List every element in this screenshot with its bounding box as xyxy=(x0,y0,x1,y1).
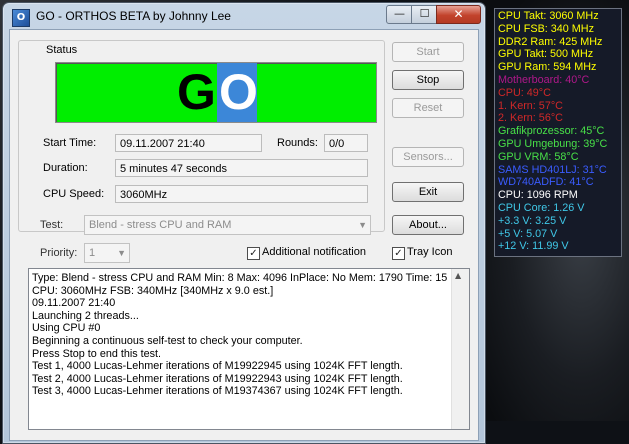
orthos-window: O GO - ORTHOS BETA by Johnny Lee — ☐ ✕ S… xyxy=(2,2,486,444)
reset-button[interactable]: Reset xyxy=(392,98,464,118)
minimize-button[interactable]: — xyxy=(386,5,413,24)
sensor-line: CPU FSB: 340 MHz xyxy=(498,22,594,35)
sensor-line: CPU: 49°C xyxy=(498,86,551,99)
sensor-line: DDR2 Ram: 425 MHz xyxy=(498,35,603,48)
cpu-speed-field: 3060MHz xyxy=(115,185,368,203)
sensor-line: CPU Core: 1.26 V xyxy=(498,201,585,214)
duration-label: Duration: xyxy=(43,162,88,174)
sensor-gadget[interactable]: CPU Takt: 3060 MHz CPU FSB: 340 MHz DDR2… xyxy=(494,8,622,257)
log-line: CPU: 3060MHz FSB: 340MHz [340MHz x 9.0 e… xyxy=(32,284,274,297)
test-select-value: Blend - stress CPU and RAM xyxy=(89,219,232,231)
sensors-button[interactable]: Sensors... xyxy=(392,147,464,167)
sensor-line: +5 V: 5.07 V xyxy=(498,227,558,240)
log-line: Test 2, 4000 Lucas-Lehmer iterations of … xyxy=(32,372,403,385)
sensor-line: GPU Takt: 500 MHz xyxy=(498,48,594,61)
log-scrollbar[interactable]: ▲ xyxy=(451,269,469,429)
chevron-down-icon: ▼ xyxy=(358,220,367,230)
sensor-line: SAMS HD401LJ: 31°C xyxy=(498,163,607,176)
log-line: Launching 2 threads... xyxy=(32,309,139,322)
start-button[interactable]: Start xyxy=(392,42,464,62)
tray-icon-label[interactable]: Tray Icon xyxy=(407,246,452,258)
sensor-line: GPU Umgebung: 39°C xyxy=(498,137,608,150)
sensor-line: WD740ADFD: 41°C xyxy=(498,176,594,189)
maximize-button[interactable]: ☐ xyxy=(411,5,438,24)
priority-label: Priority: xyxy=(40,247,78,259)
priority-select[interactable]: 1 ▼ xyxy=(84,243,130,263)
log-line: Press Stop to end this test. xyxy=(32,347,162,360)
exit-button[interactable]: Exit xyxy=(392,182,464,202)
sensor-line: +3.3 V: 3.25 V xyxy=(498,214,567,227)
tray-icon-checkbox[interactable]: ✓ xyxy=(392,247,405,260)
window-title: GO - ORTHOS BETA by Johnny Lee xyxy=(36,9,231,23)
scroll-up-arrow-icon[interactable]: ▲ xyxy=(455,271,461,280)
status-indicator-letter-o: O xyxy=(219,64,258,120)
sensor-line: 2. Kern: 56°C xyxy=(498,112,563,125)
orthos-app-icon[interactable]: O xyxy=(12,9,30,27)
sensor-line: Grafikprozessor: 45°C xyxy=(498,125,605,138)
status-group: Status G O Start Time: 09.11.2007 21:40 … xyxy=(18,40,385,232)
log-line: Type: Blend - stress CPU and RAM Min: 8 … xyxy=(32,272,448,284)
sensor-line: CPU: 1096 RPM xyxy=(498,189,578,202)
rounds-field: 0/0 xyxy=(324,134,368,152)
status-group-label: Status xyxy=(43,44,81,56)
sensor-line: GPU Ram: 594 MHz xyxy=(498,61,597,74)
cpu-speed-label: CPU Speed: xyxy=(43,188,105,200)
stop-button[interactable]: Stop xyxy=(392,70,464,90)
chevron-down-icon: ▼ xyxy=(117,248,126,258)
additional-notification-label[interactable]: Additional notification xyxy=(262,246,366,258)
start-time-field: 09.11.2007 21:40 xyxy=(115,134,262,152)
priority-select-value: 1 xyxy=(89,247,96,259)
sensor-line: +12 V: 11.99 V xyxy=(498,240,569,253)
start-time-label: Start Time: xyxy=(43,137,97,149)
close-button[interactable]: ✕ xyxy=(436,5,481,24)
sensor-line: Motherboard: 40°C xyxy=(498,73,590,86)
log-line: Test 1, 4000 Lucas-Lehmer iterations of … xyxy=(32,360,403,373)
duration-field: 5 minutes 47 seconds xyxy=(115,159,368,177)
status-indicator: G O xyxy=(55,62,377,123)
additional-notification-checkbox[interactable]: ✓ xyxy=(247,247,260,260)
log-line: Test 3, 4000 Lucas-Lehmer iterations of … xyxy=(32,385,403,398)
log-line: Using CPU #0 xyxy=(32,322,101,335)
log-line: Beginning a continuous self-test to chec… xyxy=(32,334,303,347)
about-button[interactable]: About... xyxy=(392,215,464,235)
rounds-label: Rounds: xyxy=(277,137,318,149)
test-label: Test: xyxy=(40,219,64,231)
sensor-line: CPU Takt: 3060 MHz xyxy=(498,10,599,22)
sensor-line: GPU VRM: 58°C xyxy=(498,150,579,163)
log-line: 09.11.2007 21:40 xyxy=(32,297,116,310)
status-indicator-letter-g: G xyxy=(177,64,216,120)
test-select[interactable]: Blend - stress CPU and RAM ▼ xyxy=(84,215,371,235)
window-client-area: Status G O Start Time: 09.11.2007 21:40 … xyxy=(9,29,479,441)
log-output[interactable]: Type: Blend - stress CPU and RAM Min: 8 … xyxy=(28,268,470,430)
title-bar[interactable]: O GO - ORTHOS BETA by Johnny Lee — ☐ ✕ xyxy=(3,3,485,29)
log-lines: Type: Blend - stress CPU and RAM Min: 8 … xyxy=(32,272,447,398)
sensor-line: 1. Kern: 57°C xyxy=(498,99,563,112)
